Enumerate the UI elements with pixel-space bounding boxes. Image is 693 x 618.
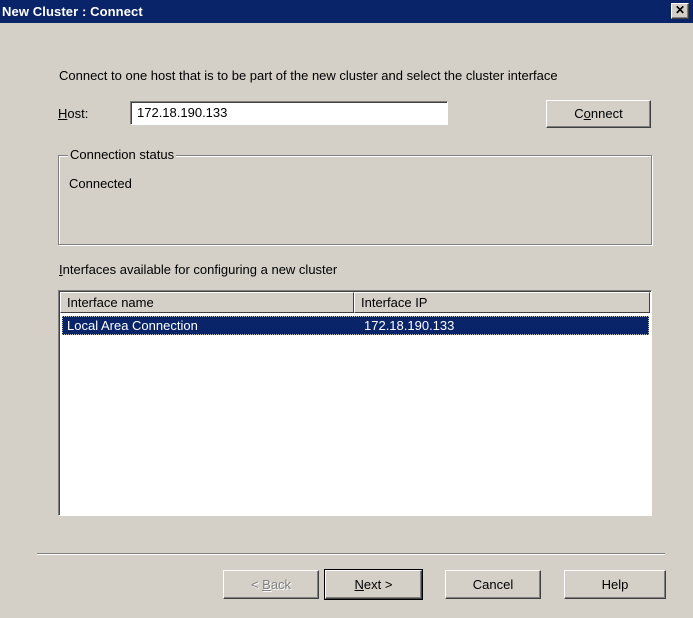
next-label-rest: ext > — [363, 577, 393, 592]
connection-status-text: Connected — [69, 176, 132, 191]
column-header-interface-name[interactable]: Interface name — [60, 292, 354, 313]
cancel-button[interactable]: Cancel — [445, 570, 541, 599]
connect-label-mnemonic: o — [583, 106, 591, 121]
connect-button[interactable]: Connect — [546, 100, 651, 128]
interface-ip-cell: 172.18.190.133 — [364, 318, 455, 333]
host-label: Host: — [58, 106, 88, 121]
host-label-mnemonic: H — [58, 106, 68, 121]
column-header-interface-ip[interactable]: Interface IP — [354, 292, 650, 313]
connect-label-pre: C — [574, 106, 584, 121]
window-title: New Cluster : Connect — [2, 4, 143, 19]
next-button[interactable]: Next > — [324, 569, 423, 600]
separator — [37, 553, 665, 555]
list-item[interactable]: Local Area Connection 172.18.190.133 — [62, 316, 649, 335]
host-label-rest: ost: — [67, 106, 89, 121]
host-input[interactable]: 172.18.190.133 — [130, 101, 448, 125]
back-label-mnemonic: B — [262, 577, 271, 592]
close-icon: ✕ — [674, 3, 686, 17]
back-button[interactable]: < Back — [223, 570, 319, 599]
back-label-pre: < — [250, 577, 263, 592]
help-button[interactable]: Help — [564, 570, 666, 599]
next-label-mnemonic: N — [354, 577, 364, 592]
back-label-rest: ack — [270, 577, 292, 592]
interfaces-label-rest: nterfaces available for configuring a ne… — [62, 262, 338, 277]
interfaces-list[interactable]: Interface name Interface IP Local Area C… — [58, 290, 652, 516]
connection-status-group — [58, 155, 652, 245]
intro-text: Connect to one host that is to be part o… — [59, 68, 558, 83]
interfaces-label: Interfaces available for configuring a n… — [59, 262, 337, 277]
interface-name-cell: Local Area Connection — [67, 318, 198, 333]
close-button[interactable]: ✕ — [671, 3, 689, 19]
connection-status-legend: Connection status — [68, 147, 177, 162]
connect-label-rest: nnect — [590, 106, 623, 121]
title-bar: New Cluster : Connect ✕ — [0, 0, 693, 23]
